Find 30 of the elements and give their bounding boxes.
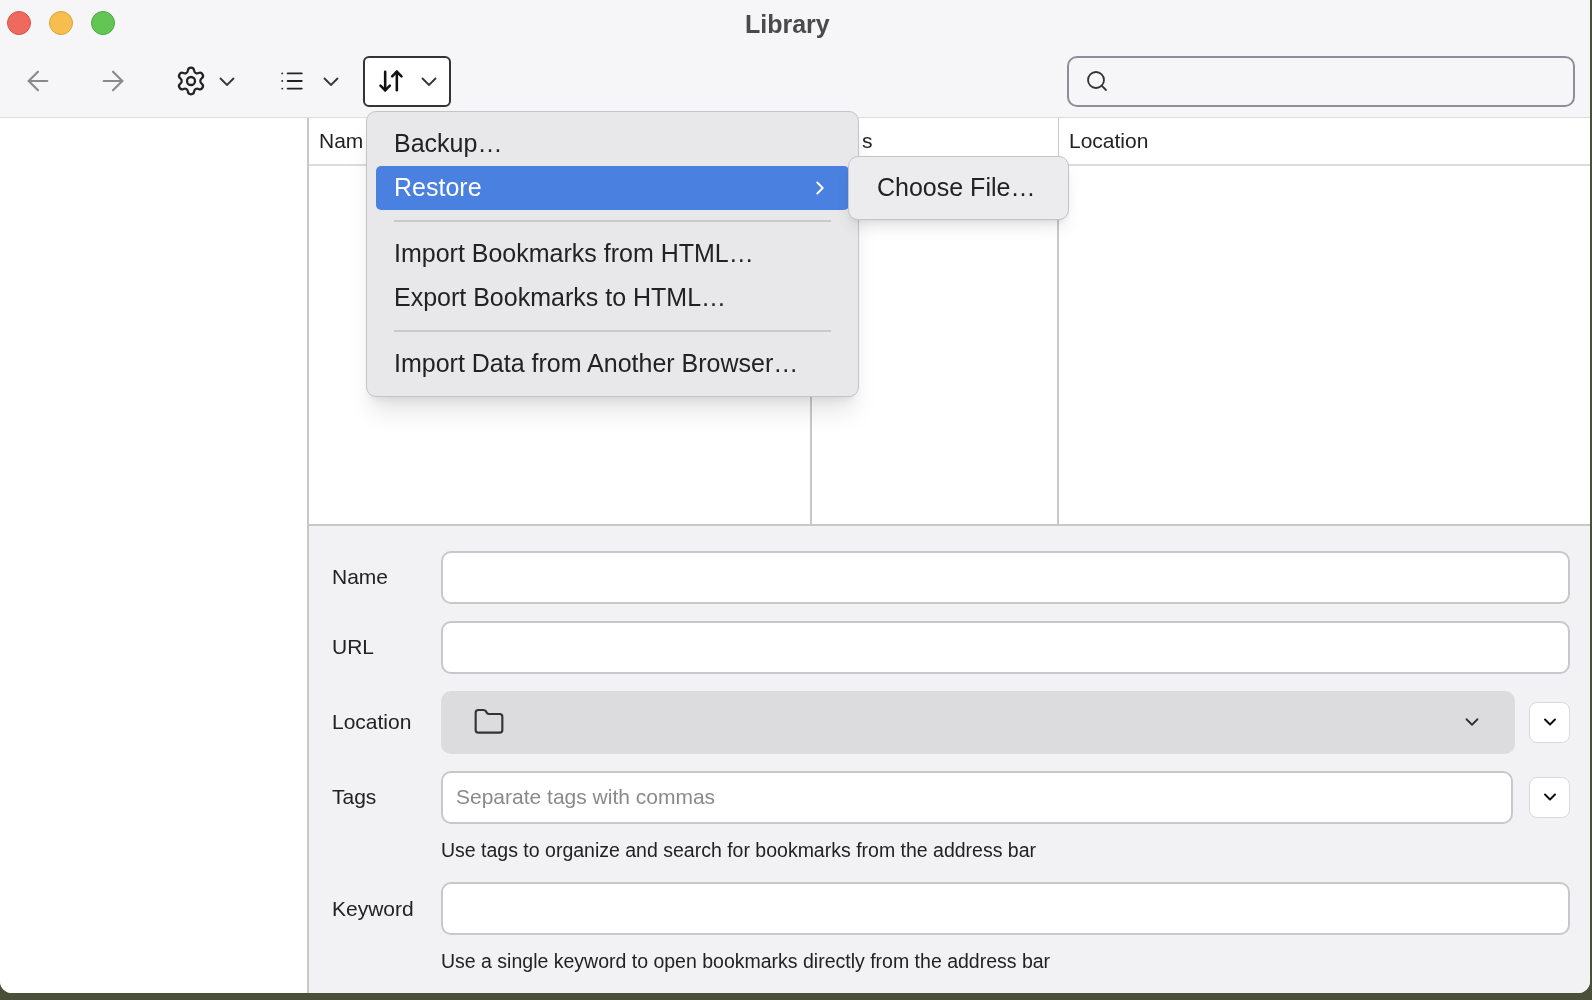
window-title: Library: [745, 9, 830, 40]
import-backup-menu-button[interactable]: [363, 55, 451, 107]
gear-icon: [175, 65, 207, 98]
tags-input-field[interactable]: Separate tags with commas: [441, 770, 1513, 824]
field-label: Name: [332, 564, 390, 591]
minimize-window-button[interactable]: [49, 10, 73, 35]
menu-item[interactable]: Import Bookmarks from HTML…: [376, 232, 849, 276]
text-input-field[interactable]: [441, 550, 1570, 604]
field-label: Keyword: [332, 895, 415, 922]
search-icon: [1085, 69, 1109, 94]
chevron-down-icon: [323, 76, 339, 86]
search-field[interactable]: [1067, 55, 1575, 107]
field-hint: Use a single keyword to open bookmarks directly from the address bar: [441, 948, 1052, 974]
column-header[interactable]: Location: [1059, 118, 1590, 164]
menu-item[interactable]: Export Bookmarks to HTML…: [376, 276, 849, 320]
zoom-window-button[interactable]: [91, 10, 115, 35]
text-input-field[interactable]: [441, 881, 1570, 935]
menu-item[interactable]: Choose File…: [856, 164, 1061, 212]
menu-item[interactable]: Import Data from Another Browser…: [376, 342, 849, 386]
chevron-down-icon: [219, 76, 235, 86]
expand-folders-button[interactable]: [1529, 701, 1570, 743]
expand-tags-button[interactable]: [1529, 776, 1570, 818]
menu-item[interactable]: Restore: [376, 166, 849, 210]
field-label: URL: [332, 634, 375, 661]
field-label: Location: [332, 709, 413, 736]
chevron-down-icon: [421, 76, 437, 86]
field-label: Tags: [332, 784, 378, 811]
close-window-button[interactable]: [7, 10, 31, 35]
text-input-field[interactable]: [441, 620, 1570, 674]
field-hint: Use tags to organize and search for bookmarks from the address bar: [441, 837, 1038, 863]
